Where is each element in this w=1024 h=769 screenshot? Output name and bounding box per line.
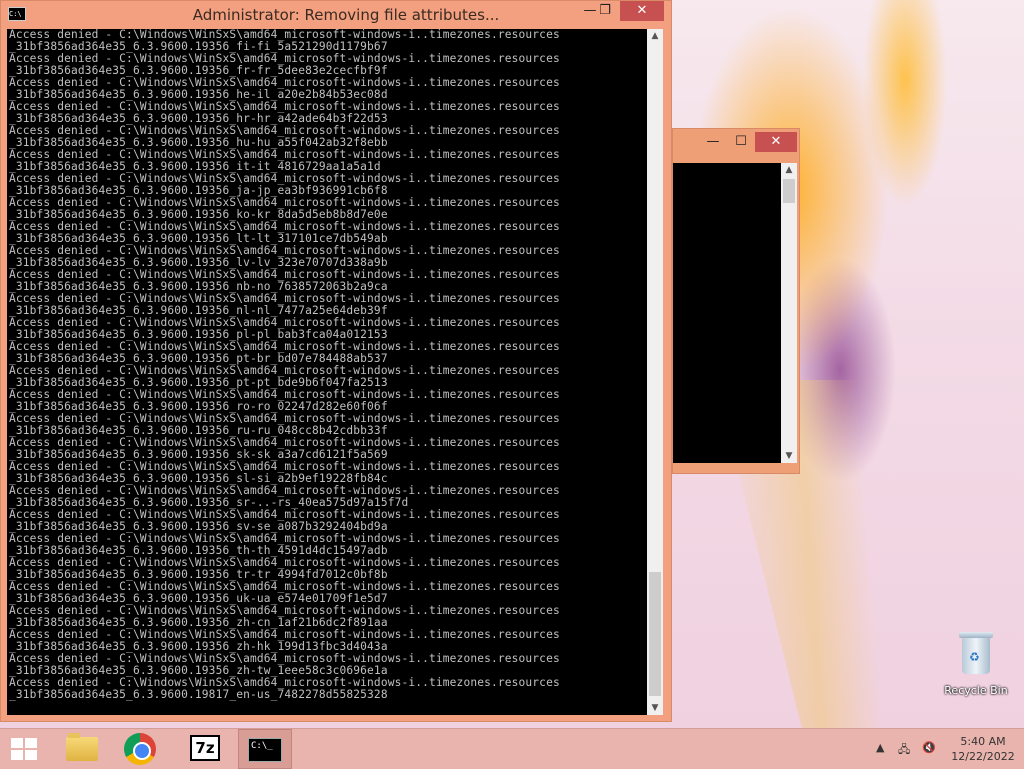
restore-button[interactable]: ❐ [591,1,619,21]
volume-muted-icon[interactable]: 🔇 [922,741,936,754]
taskbar-7zip[interactable]: 7z [180,729,234,769]
background-maximize-button[interactable]: ☐ [727,132,755,152]
7zip-icon: 7z [190,735,220,761]
console-line: _31bf3856ad364e35_6.3.9600.19817_en-us_7… [9,688,388,701]
recycle-bin-icon[interactable]: ♻ [957,630,995,676]
console-vertical-scrollbar[interactable]: ▲ ▼ [647,29,663,715]
command-prompt-icon: C:\_ [248,738,282,762]
window-title: Administrator: Removing file attributes.… [192,6,500,24]
chrome-icon [124,733,156,765]
recycle-bin-shortcut[interactable]: ♻ Recycle Bin [938,630,1014,697]
console-titlebar[interactable]: C:\ Administrator: Removing file attribu… [1,1,671,29]
clock-time: 5:40 AM [960,735,1006,748]
background-console-window[interactable]: — ☐ ✕ ▲ ▼ [672,128,800,474]
console-output[interactable]: Access denied - C:\Windows\WinSxS\amd64_… [7,29,647,715]
taskbar-command-prompt[interactable]: C:\_ [238,729,292,769]
windows-logo-icon [11,738,37,760]
background-window-titlebar[interactable]: — ☐ ✕ [673,129,799,159]
console-window[interactable]: C:\ Administrator: Removing file attribu… [0,0,672,722]
start-button[interactable] [0,729,54,769]
taskbar-chrome[interactable] [114,729,168,769]
taskbar: 7z C:\_ ▲ 🖧 🔇 5:40 AM 12/22/2022 [0,728,1024,769]
background-console-output [673,163,781,463]
scroll-up-arrow-icon[interactable]: ▲ [647,29,663,43]
scroll-down-arrow-icon[interactable]: ▼ [781,449,797,463]
scrollbar-thumb[interactable] [649,572,661,696]
show-hidden-icons-arrow-icon[interactable]: ▲ [876,741,884,754]
close-button[interactable]: ✕ [620,1,664,21]
folder-icon [66,733,98,761]
taskbar-file-explorer[interactable] [56,729,110,769]
recycle-bin-label: Recycle Bin [944,684,1008,697]
clock-date: 12/22/2022 [951,750,1015,763]
scrollbar-thumb[interactable] [783,179,795,203]
scroll-up-arrow-icon[interactable]: ▲ [781,163,797,177]
scroll-down-arrow-icon[interactable]: ▼ [647,701,663,715]
background-scrollbar[interactable]: ▲ ▼ [781,163,797,463]
background-close-button[interactable]: ✕ [755,132,797,152]
taskbar-clock[interactable]: 5:40 AM 12/22/2022 [944,734,1022,764]
network-icon[interactable]: 🖧 [898,741,910,760]
background-minimize-button[interactable]: — [699,132,727,152]
